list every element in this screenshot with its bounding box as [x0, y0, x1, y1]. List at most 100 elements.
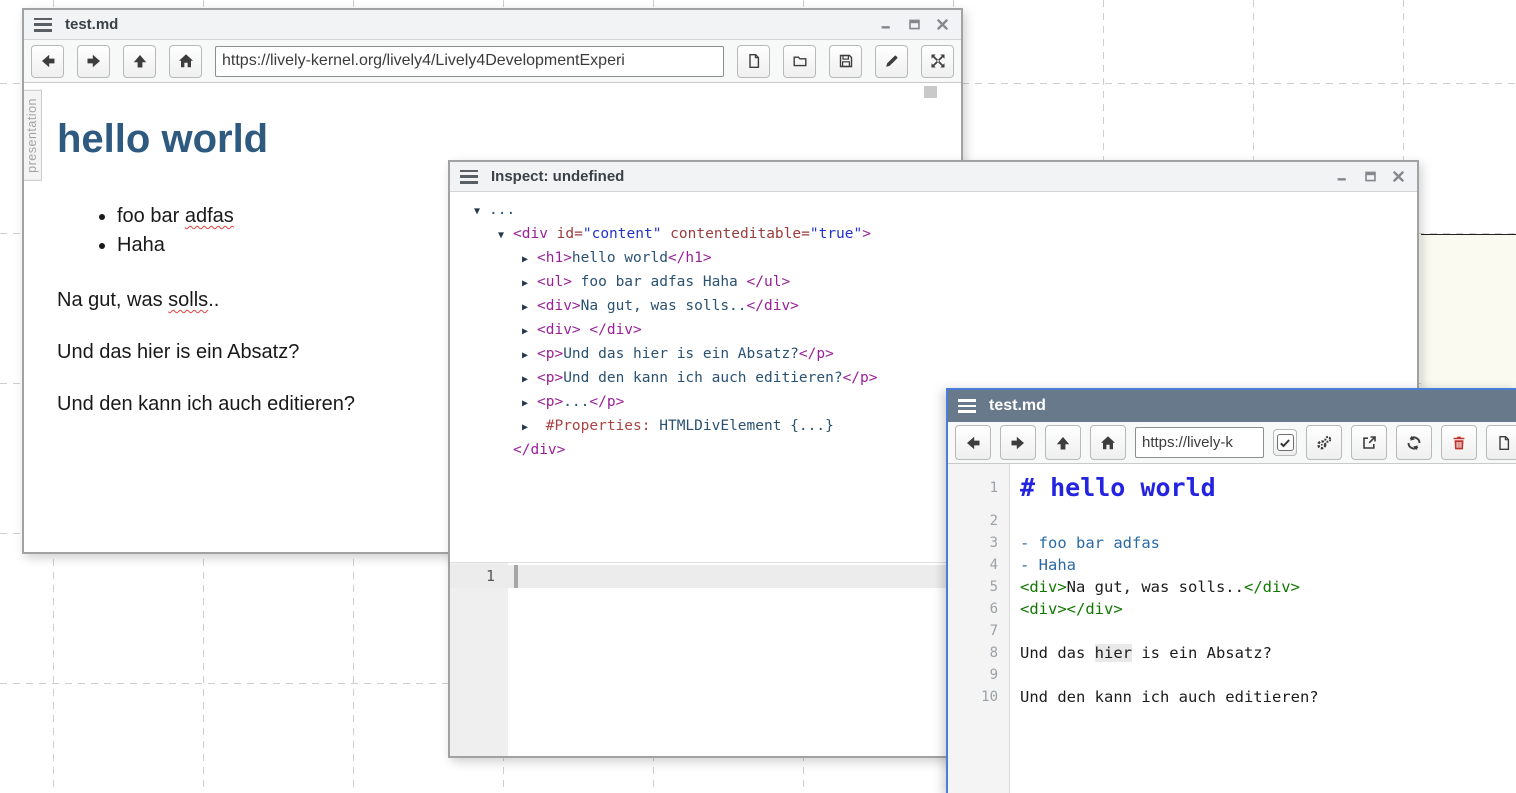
markdown-heading: hello world [57, 117, 961, 162]
tree-node[interactable]: ▶<div>Na gut, was solls..</div> [450, 295, 1417, 319]
code-line[interactable]: 1# hello world [948, 466, 1516, 510]
trash-icon [1451, 435, 1467, 451]
home-icon [1100, 435, 1116, 451]
code-line[interactable]: 6<div></div> [948, 598, 1516, 620]
scrollbar-thumb[interactable] [924, 86, 937, 98]
window-title: test.md [65, 16, 118, 33]
minimize-icon[interactable] [1336, 170, 1349, 183]
tree-toggle-icon[interactable]: ▶ [522, 273, 537, 295]
refresh-button[interactable] [1396, 425, 1432, 460]
home-icon [178, 53, 194, 69]
line-number: 5 [948, 576, 1010, 598]
arrow-right-icon [1010, 435, 1026, 451]
line-number: 1 [948, 466, 1010, 510]
misspelled-word: adfas [185, 205, 234, 227]
code-line[interactable]: 3- foo bar adfas [948, 532, 1516, 554]
file-icon [1496, 435, 1512, 451]
up-button[interactable] [123, 45, 156, 78]
forward-button[interactable] [1000, 425, 1036, 460]
file-icon [746, 53, 762, 69]
misspelled-word: solls [168, 289, 208, 311]
window-title: Inspect: undefined [491, 168, 624, 185]
tree-toggle-icon[interactable]: ▶ [522, 369, 537, 391]
background-ivory-panel [1421, 234, 1516, 391]
browse-folder-button[interactable] [783, 45, 816, 78]
arrow-left-icon [965, 435, 981, 451]
code-line[interactable]: 5<div>Na gut, was solls..</div> [948, 576, 1516, 598]
check-icon [1279, 437, 1291, 449]
back-button[interactable] [955, 425, 991, 460]
lively-desktop: { "colors": { "focused_window_border": "… [0, 0, 1516, 793]
new-file-button[interactable] [737, 45, 770, 78]
text-cursor [514, 565, 518, 588]
home-button[interactable] [169, 45, 202, 78]
maximize-icon[interactable] [1364, 170, 1377, 183]
line-number: 7 [948, 620, 1010, 642]
external-link-icon [1361, 435, 1377, 451]
expand-button[interactable] [921, 45, 954, 78]
tree-toggle-icon[interactable]: ▼ [474, 201, 489, 223]
tree-toggle-icon[interactable]: ▶ [522, 297, 537, 319]
tree-node[interactable]: ▶<div> </div> [450, 319, 1417, 343]
folder-icon [792, 53, 808, 69]
forward-button[interactable] [77, 45, 110, 78]
code-line[interactable]: 8Und das hier is ein Absatz? [948, 642, 1516, 664]
tree-node[interactable]: ▶<ul> foo bar adfas Haha </ul> [450, 271, 1417, 295]
tree-toggle-icon[interactable]: ▶ [522, 249, 537, 271]
window-menu-icon[interactable] [460, 170, 478, 184]
window-menu-icon[interactable] [958, 399, 976, 413]
tree-node[interactable]: ▼<div id="content" contenteditable="true… [450, 223, 1417, 247]
tree-node[interactable]: ▼... [450, 199, 1417, 223]
titlebar[interactable]: test.md [948, 390, 1516, 422]
code-line[interactable]: 10Und den kann ich auch editieren? [948, 686, 1516, 708]
gears-icon [1316, 435, 1332, 451]
url-input[interactable] [215, 46, 724, 77]
tree-toggle-icon[interactable]: ▶ [522, 417, 537, 439]
line-number: 1 [450, 567, 495, 585]
minimize-icon[interactable] [880, 18, 893, 31]
arrow-left-icon [40, 53, 56, 69]
navigation-toolbar [24, 40, 961, 83]
expand-arrows-icon [930, 53, 946, 69]
line-number: 9 [948, 664, 1010, 686]
presentation-side-tab[interactable]: presentation [22, 90, 42, 181]
tree-node[interactable]: ▶<p>Und das hier is ein Absatz?</p> [450, 343, 1417, 367]
open-external-button[interactable] [1351, 425, 1387, 460]
maximize-icon[interactable] [908, 18, 921, 31]
source-code-editor[interactable]: 1# hello world23- foo bar adfas4- Haha5<… [948, 464, 1516, 793]
tree-toggle-icon[interactable]: ▶ [522, 345, 537, 367]
titlebar[interactable]: test.md [24, 10, 961, 40]
up-button[interactable] [1045, 425, 1081, 460]
settings-button[interactable] [1306, 425, 1342, 460]
arrow-right-icon [86, 53, 102, 69]
refresh-icon [1406, 435, 1422, 451]
arrow-up-icon [1055, 435, 1071, 451]
line-number: 2 [948, 510, 1010, 532]
window-menu-icon[interactable] [34, 18, 52, 32]
editor-lines: 1# hello world23- foo bar adfas4- Haha5<… [948, 464, 1516, 708]
back-button[interactable] [31, 45, 64, 78]
tree-toggle-icon[interactable]: ▶ [522, 321, 537, 343]
tree-toggle-icon[interactable]: ▼ [498, 225, 513, 247]
code-line[interactable]: 9 [948, 664, 1516, 686]
close-icon[interactable] [1392, 170, 1405, 183]
window-markdown-source: test.md 1# hello world23- foo bar adfas4… [946, 388, 1516, 793]
pencil-icon [884, 53, 900, 69]
new-file-button[interactable] [1486, 425, 1516, 460]
code-line[interactable]: 4- Haha [948, 554, 1516, 576]
auto-update-checkbox[interactable] [1273, 429, 1297, 456]
home-button[interactable] [1090, 425, 1126, 460]
code-line[interactable]: 2 [948, 510, 1516, 532]
close-icon[interactable] [936, 18, 949, 31]
arrow-up-icon [132, 53, 148, 69]
window-title: test.md [989, 397, 1046, 415]
edit-button[interactable] [875, 45, 908, 78]
delete-button[interactable] [1441, 425, 1477, 460]
save-button[interactable] [829, 45, 862, 78]
titlebar[interactable]: Inspect: undefined [450, 162, 1417, 192]
code-line[interactable]: 7 [948, 620, 1516, 642]
tree-toggle-icon[interactable]: ▶ [522, 393, 537, 415]
tree-node[interactable]: ▶<h1>hello world</h1> [450, 247, 1417, 271]
editor-gutter [450, 563, 508, 756]
url-input[interactable] [1135, 427, 1264, 458]
